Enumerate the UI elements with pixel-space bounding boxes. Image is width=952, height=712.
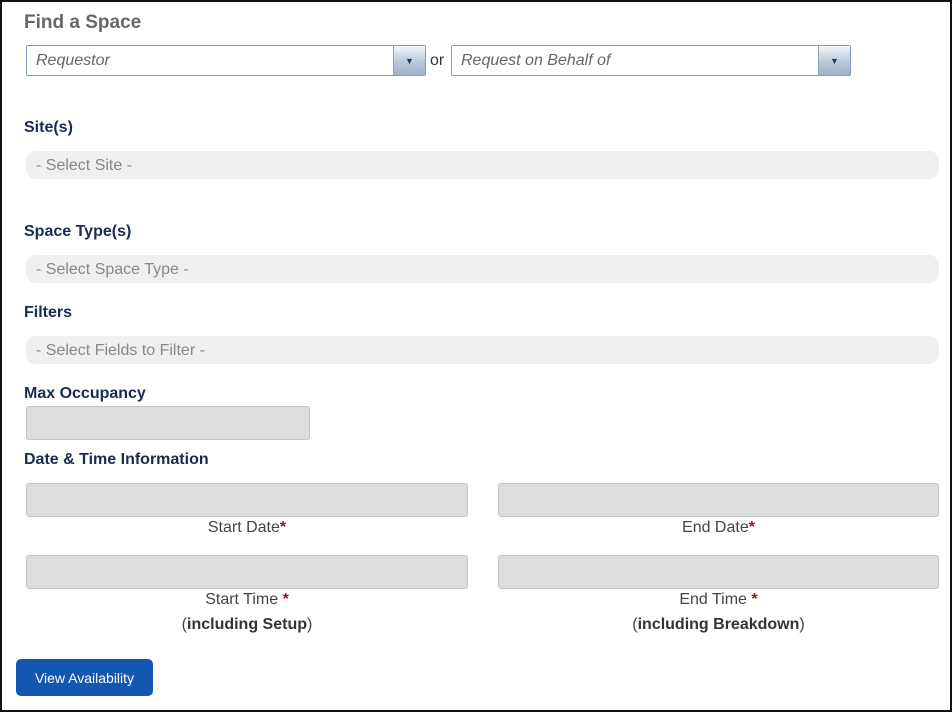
view-availability-button[interactable]: View Availability [16, 659, 153, 696]
chevron-down-icon: ▼ [405, 55, 414, 66]
start-time-input[interactable] [26, 555, 468, 589]
find-space-panel: Find a Space Requestor ▼ or Request on B… [0, 0, 952, 712]
behalf-combobox[interactable]: Request on Behalf of ▼ [451, 45, 851, 76]
end-date-text: End Date [682, 519, 749, 536]
site-select-placeholder: - Select Site - [36, 157, 133, 174]
requestor-dropdown-button[interactable]: ▼ [393, 46, 425, 75]
end-time-note-text: including Breakdown [637, 616, 800, 633]
end-date-input[interactable] [498, 483, 939, 517]
requestor-combobox[interactable]: Requestor ▼ [26, 45, 426, 76]
end-time-note: (including Breakdown) [632, 616, 805, 633]
date-time-label: Date & Time Information [24, 451, 209, 468]
max-occupancy-input[interactable] [26, 406, 310, 440]
behalf-placeholder: Request on Behalf of [461, 52, 611, 69]
required-marker: * [748, 519, 755, 536]
space-type-select-placeholder: - Select Space Type - [36, 261, 189, 278]
filter-fields-select[interactable]: - Select Fields to Filter - [26, 336, 939, 364]
required-marker: * [282, 591, 289, 608]
start-date-text: Start Date [207, 519, 280, 536]
site-select[interactable]: - Select Site - [26, 151, 939, 179]
required-marker: * [279, 519, 287, 536]
chevron-down-icon: ▼ [830, 55, 839, 66]
sites-label: Site(s) [24, 119, 73, 136]
start-time-note-text: including Setup [187, 616, 307, 633]
end-date-caption: End Date* [498, 519, 939, 537]
filter-fields-select-placeholder: - Select Fields to Filter - [36, 342, 205, 359]
end-time-text: End Time [679, 591, 747, 608]
filters-label: Filters [24, 304, 73, 321]
start-time-text: Start Time [205, 591, 279, 608]
end-time-input[interactable] [498, 555, 939, 589]
space-types-label: Space Type(s) [24, 223, 132, 240]
or-label: or [430, 52, 445, 69]
start-time-note: (including Setup) [181, 616, 313, 633]
max-occupancy-label: Max Occupancy [24, 385, 146, 402]
start-date-input[interactable] [26, 483, 468, 517]
requestor-placeholder: Requestor [36, 52, 110, 69]
start-time-caption: Start Time * [26, 591, 468, 609]
space-type-select[interactable]: - Select Space Type - [26, 255, 939, 283]
behalf-dropdown-button[interactable]: ▼ [818, 46, 850, 75]
page-title: Find a Space [24, 12, 142, 33]
start-date-caption: Start Date* [26, 519, 468, 537]
end-time-caption: End Time * [498, 591, 939, 609]
required-marker: * [751, 591, 758, 608]
